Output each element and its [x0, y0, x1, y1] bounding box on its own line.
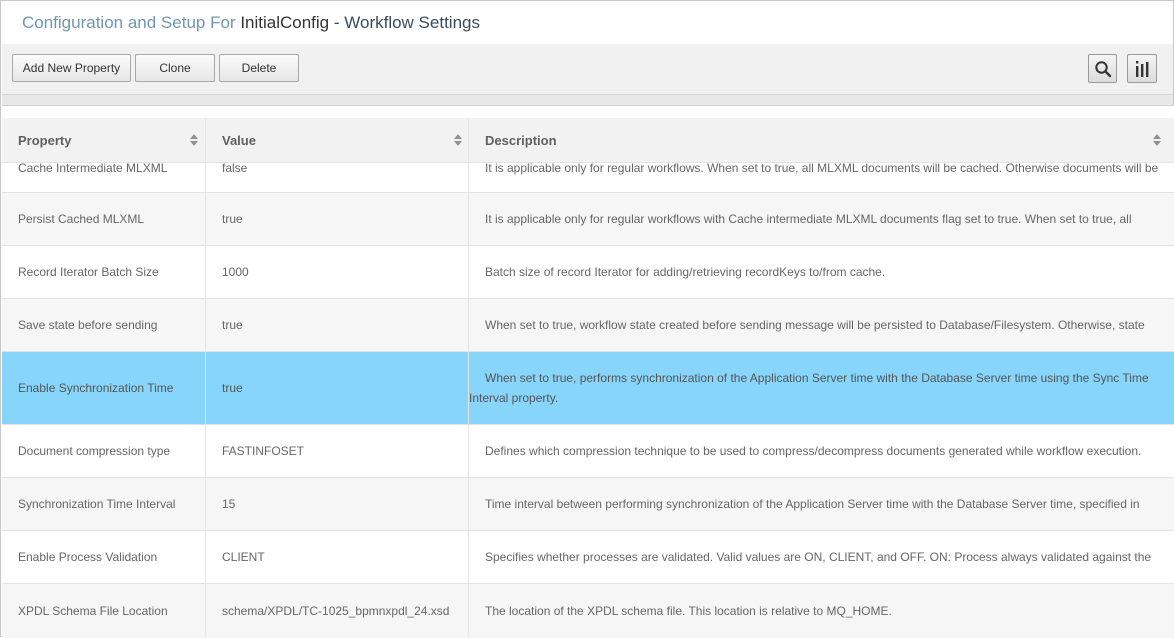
table-row[interactable]: Enable Process Validation CLIENT Specifi…	[2, 531, 1174, 584]
property-cell: Document compression type	[18, 444, 171, 458]
value-cell: true	[222, 318, 243, 332]
property-cell: XPDL Schema File Location	[18, 604, 168, 618]
description-cell: Defines which compression technique to b…	[485, 444, 1142, 458]
table-row[interactable]: Save state before sending true When set …	[2, 299, 1174, 352]
description-cell: Time interval between performing synchro…	[485, 497, 1140, 511]
table-header: Property Value Description	[2, 118, 1174, 163]
title-suffix: - Workflow Settings	[329, 13, 480, 32]
description-cell: It is applicable only for regular workfl…	[485, 212, 1132, 226]
clone-button[interactable]: Clone	[135, 54, 215, 82]
table-row[interactable]: Persist Cached MLXML true It is applicab…	[2, 193, 1174, 246]
page-title: Configuration and Setup For InitialConfi…	[22, 13, 480, 33]
description-cell: It is applicable only for regular workfl…	[485, 161, 1159, 175]
description-cell: Batch size of record Iterator for adding…	[485, 265, 886, 279]
table-row[interactable]: XPDL Schema File Location schema/XPDL/TC…	[2, 584, 1174, 638]
sort-icon	[1153, 134, 1161, 146]
delete-button[interactable]: Delete	[219, 54, 299, 82]
toolbar-spacer	[2, 95, 1173, 105]
description-cell: When set to true, workflow state created…	[485, 318, 1145, 332]
title-bar: Configuration and Setup For InitialConfi…	[2, 2, 1173, 44]
value-cell: 1000	[222, 265, 249, 279]
column-header-property[interactable]: Property	[2, 118, 204, 162]
column-header-value[interactable]: Value	[205, 118, 468, 162]
value-cell: CLIENT	[222, 550, 265, 564]
description-cell: When set to true, performs synchronizati…	[469, 371, 1149, 405]
sort-icon	[190, 134, 198, 146]
columns-button[interactable]	[1127, 54, 1157, 83]
column-header-description[interactable]: Description	[468, 118, 1174, 162]
table-row-selected[interactable]: Enable Synchronization Time true When se…	[2, 352, 1174, 425]
columns-icon	[1136, 60, 1149, 77]
description-cell: Specifies whether processes are validate…	[485, 550, 1152, 564]
sort-icon	[454, 134, 462, 146]
property-cell: Save state before sending	[18, 318, 158, 332]
description-cell: The location of the XPDL schema file. Th…	[485, 604, 892, 618]
value-cell: false	[222, 161, 248, 175]
workflow-settings-panel: Configuration and Setup For InitialConfi…	[0, 0, 1174, 638]
table-row[interactable]: Record Iterator Batch Size 1000 Batch si…	[2, 246, 1174, 299]
property-cell: Persist Cached MLXML	[18, 212, 145, 226]
search-button[interactable]	[1088, 54, 1117, 83]
property-cell: Synchronization Time Interval	[18, 497, 176, 511]
property-cell: Enable Synchronization Time	[18, 381, 174, 395]
property-cell: Enable Process Validation	[18, 550, 158, 564]
properties-table: Cache Intermediate MLXML false It is app…	[2, 105, 1174, 638]
value-cell: schema/XPDL/TC-1025_bpmnxpdl_24.xsd	[222, 604, 450, 618]
table-row[interactable]: Document compression type FASTINFOSET De…	[2, 425, 1174, 478]
title-config-name: InitialConfig	[240, 13, 330, 32]
value-cell: true	[222, 381, 243, 395]
add-new-property-button[interactable]: Add New Property	[12, 54, 131, 82]
title-prefix: Configuration and Setup For	[22, 13, 241, 32]
search-icon	[1094, 60, 1111, 77]
property-cell: Record Iterator Batch Size	[18, 265, 159, 279]
value-cell: FASTINFOSET	[222, 444, 305, 458]
property-cell: Cache Intermediate MLXML	[18, 161, 168, 175]
table-row[interactable]: Synchronization Time Interval 15 Time in…	[2, 478, 1174, 531]
toolbar: Add New Property Clone Delete	[2, 44, 1173, 95]
value-cell: true	[222, 212, 243, 226]
value-cell: 15	[222, 497, 236, 511]
